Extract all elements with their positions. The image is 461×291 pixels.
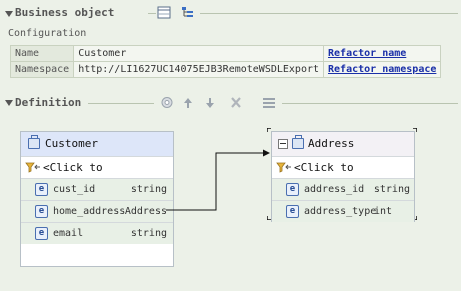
collapse-business-object-icon[interactable] xyxy=(5,11,13,17)
field-row[interactable]: e address_type int xyxy=(272,200,414,222)
customer-header[interactable]: Customer xyxy=(21,132,173,156)
table-view-icon[interactable] xyxy=(157,6,171,19)
field-type[interactable]: string xyxy=(131,223,167,244)
definition-title: Definition xyxy=(15,96,82,109)
field-name: cust_id xyxy=(53,184,96,195)
add-field-icon[interactable] xyxy=(160,96,174,109)
collapse-box-icon[interactable] xyxy=(278,139,288,149)
tree-view-icon[interactable] xyxy=(181,6,195,19)
field-type[interactable]: string xyxy=(131,179,167,200)
field-type[interactable]: string xyxy=(374,179,410,200)
element-icon: e xyxy=(286,183,299,196)
properties-table: Name Customer Refactor name Namespace ht… xyxy=(9,45,442,78)
property-value[interactable]: http://LI1627UC14075EJB3RemoteWSDLExport xyxy=(73,61,325,78)
field-name: address_id xyxy=(304,184,365,195)
customer-filter[interactable]: <Click to filter...> xyxy=(21,156,173,195)
property-name: Name xyxy=(9,45,75,62)
field-row[interactable]: e address_id string xyxy=(272,178,414,200)
refactor-name-link[interactable]: Refactor name xyxy=(328,48,406,59)
section-divider xyxy=(282,103,458,104)
refactor-name-cell: Refactor name xyxy=(323,45,442,62)
collapse-definition-icon[interactable] xyxy=(5,100,13,106)
field-name: email xyxy=(53,228,84,239)
address-title: Address xyxy=(308,137,355,150)
refactor-namespace-cell: Refactor namespace xyxy=(323,61,442,78)
element-icon: e xyxy=(35,227,48,240)
property-name: Namespace xyxy=(9,61,75,78)
customer-object[interactable]: Customer <Click to filter...> e cust_id … xyxy=(20,131,174,267)
move-down-icon[interactable] xyxy=(203,96,217,109)
table-row: Name Customer Refactor name xyxy=(9,45,442,62)
table-row: Namespace http://LI1627UC14075EJB3Remote… xyxy=(9,61,442,78)
business-object-title: Business object xyxy=(15,6,115,19)
filter-left-arrow: < xyxy=(43,161,50,174)
move-up-icon[interactable] xyxy=(181,96,195,109)
delete-icon[interactable] xyxy=(229,96,243,109)
field-type[interactable]: Address xyxy=(125,201,167,222)
section-divider xyxy=(148,13,156,14)
element-icon: e xyxy=(286,205,299,218)
customer-title: Customer xyxy=(45,137,98,150)
address-header[interactable]: Address xyxy=(272,132,414,156)
section-divider xyxy=(88,103,154,104)
business-object-icon xyxy=(28,135,40,149)
field-row[interactable]: e email string xyxy=(21,222,173,244)
list-view-icon[interactable] xyxy=(262,96,276,109)
field-row[interactable]: e home_address Address xyxy=(21,200,173,222)
address-object[interactable]: Address <Click to filter...> e address_i… xyxy=(271,131,415,222)
filter-left-arrow: < xyxy=(294,161,301,174)
field-name: home_address xyxy=(53,206,126,217)
property-value[interactable]: Customer xyxy=(73,45,325,62)
address-filter[interactable]: <Click to filter...> xyxy=(272,156,414,195)
field-row[interactable]: e cust_id string xyxy=(21,178,173,200)
element-icon: e xyxy=(35,183,48,196)
configuration-label: Configuration xyxy=(8,28,87,39)
business-object-icon xyxy=(292,135,304,149)
refactor-namespace-link[interactable]: Refactor namespace xyxy=(328,64,436,75)
field-name: address_type xyxy=(304,206,377,217)
element-icon: e xyxy=(35,205,48,218)
field-type[interactable]: int xyxy=(374,201,392,222)
section-divider xyxy=(200,13,458,14)
